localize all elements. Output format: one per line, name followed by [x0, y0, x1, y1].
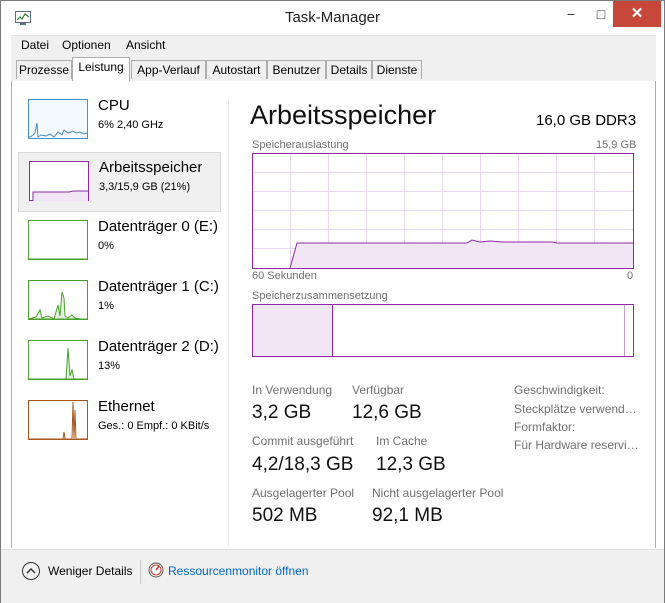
- menu-datei[interactable]: Datei: [21, 38, 49, 52]
- sidebar-ethernet-title: Ethernet: [98, 398, 155, 415]
- chevron-up-icon[interactable]: [22, 562, 40, 580]
- memory-usage-graph: [252, 153, 634, 269]
- tab-prozesse[interactable]: Prozesse: [16, 60, 72, 79]
- minimize-button[interactable]: −: [558, 1, 584, 27]
- sidebar-item-memory[interactable]: Arbeitsspeicher 3,3/15,9 GB (21%): [18, 152, 221, 212]
- commit-value: 4,2/18,3 GB: [252, 454, 354, 475]
- sidebar-cpu-title: CPU: [98, 97, 130, 114]
- ethernet-thumbnail-graph: [28, 400, 88, 440]
- property-speed: Geschwindigkeit:: [514, 383, 605, 397]
- menu-bar: Datei Optionen Ansicht: [11, 35, 656, 56]
- nonpaged-pool-value: 92,1 MB: [372, 505, 443, 526]
- footer-divider: [140, 560, 141, 584]
- tab-details[interactable]: Details: [326, 60, 372, 79]
- sidebar-item-ethernet[interactable]: Ethernet Ges.: 0 Empf.: 0 KBit/s: [18, 392, 221, 452]
- sidebar-item-disk-2[interactable]: Datenträger 2 (D:) 13%: [18, 332, 221, 392]
- menu-ansicht[interactable]: Ansicht: [126, 38, 165, 52]
- property-hardware-reserved: Für Hardware reservi…: [514, 438, 639, 452]
- paged-pool-label: Ausgelagerter Pool: [252, 486, 355, 500]
- menu-optionen[interactable]: Optionen: [62, 38, 111, 52]
- sidebar-disk-0-sub: 0%: [98, 240, 114, 252]
- disk-2-thumbnail-graph: [28, 340, 88, 380]
- memory-spec: 16,0 GB DDR3: [536, 112, 637, 129]
- disk-1-thumbnail-graph: [28, 280, 88, 320]
- cpu-thumbnail-graph: [28, 99, 88, 139]
- title-bar[interactable]: Task-Manager − □ ✕: [1, 1, 664, 35]
- sidebar-disk-2-sub: 13%: [98, 360, 121, 372]
- tab-autostart[interactable]: Autostart: [206, 60, 267, 79]
- commit-label: Commit ausgeführt: [252, 434, 354, 448]
- disk-0-thumbnail-graph: [28, 220, 88, 260]
- task-manager-window: Task-Manager − □ ✕ Datei Optionen Ansich…: [0, 0, 665, 603]
- property-slots: Steckplätze verwend…: [514, 402, 637, 416]
- available-value: 12,6 GB: [352, 402, 422, 423]
- sidebar-item-disk-1[interactable]: Datenträger 1 (C:) 1%: [18, 272, 221, 332]
- footer-bar: Weniger Details Ressourcenmonitor öffnen: [1, 549, 664, 603]
- tab-app-verlauf[interactable]: App-Verlauf: [131, 60, 206, 79]
- resource-monitor-icon[interactable]: [148, 562, 164, 578]
- sidebar-disk-1-sub: 1%: [98, 300, 114, 312]
- resource-monitor-link[interactable]: Ressourcenmonitor öffnen: [168, 564, 309, 578]
- tab-benutzer[interactable]: Benutzer: [267, 60, 326, 79]
- sidebar-disk-2-title: Datenträger 2 (D:): [98, 338, 219, 355]
- sidebar-item-disk-0[interactable]: Datenträger 0 (E:) 0%: [18, 212, 221, 272]
- cached-label: Im Cache: [376, 434, 428, 448]
- property-form-factor: Formfaktor:: [514, 420, 576, 434]
- composition-label: Speicherzusammensetzung: [252, 290, 388, 302]
- usage-graph-max: 15,9 GB: [596, 139, 637, 151]
- usage-graph-label: Speicherauslastung: [252, 139, 349, 151]
- tab-bar: Prozesse Leistung App-Verlauf Autostart …: [11, 56, 656, 82]
- graph-time-right: 0: [627, 270, 634, 282]
- graph-time-left: 60 Sekunden: [252, 270, 317, 282]
- sidebar-ethernet-sub: Ges.: 0 Empf.: 0 KBit/s: [98, 420, 210, 432]
- fewer-details-label[interactable]: Weniger Details: [48, 564, 132, 578]
- memory-thumbnail-graph: [29, 161, 89, 201]
- available-label: Verfügbar: [352, 383, 405, 397]
- in-use-label: In Verwendung: [252, 383, 333, 397]
- sidebar-memory-sub: 3,3/15,9 GB (21%): [99, 181, 191, 193]
- maximize-button[interactable]: □: [588, 1, 614, 27]
- in-use-value: 3,2 GB: [252, 402, 312, 423]
- sidebar-memory-title: Arbeitsspeicher: [99, 159, 203, 176]
- sidebar-disk-1-title: Datenträger 1 (C:): [98, 278, 219, 295]
- nonpaged-pool-label: Nicht ausgelagerter Pool: [372, 486, 504, 500]
- sidebar-item-cpu[interactable]: CPU 6% 2,40 GHz: [18, 91, 221, 151]
- pane-divider[interactable]: [228, 101, 229, 546]
- sidebar-cpu-sub: 6% 2,40 GHz: [98, 119, 164, 131]
- tab-leistung[interactable]: Leistung: [72, 57, 130, 81]
- tab-dienste[interactable]: Dienste: [372, 60, 422, 79]
- cached-value: 12,3 GB: [376, 454, 446, 475]
- page-title: Arbeitsspeicher: [250, 100, 437, 130]
- memory-composition-bar: [252, 304, 634, 357]
- paged-pool-value: 502 MB: [252, 505, 318, 526]
- sidebar-disk-0-title: Datenträger 0 (E:): [98, 218, 219, 235]
- close-button[interactable]: ✕: [613, 1, 661, 27]
